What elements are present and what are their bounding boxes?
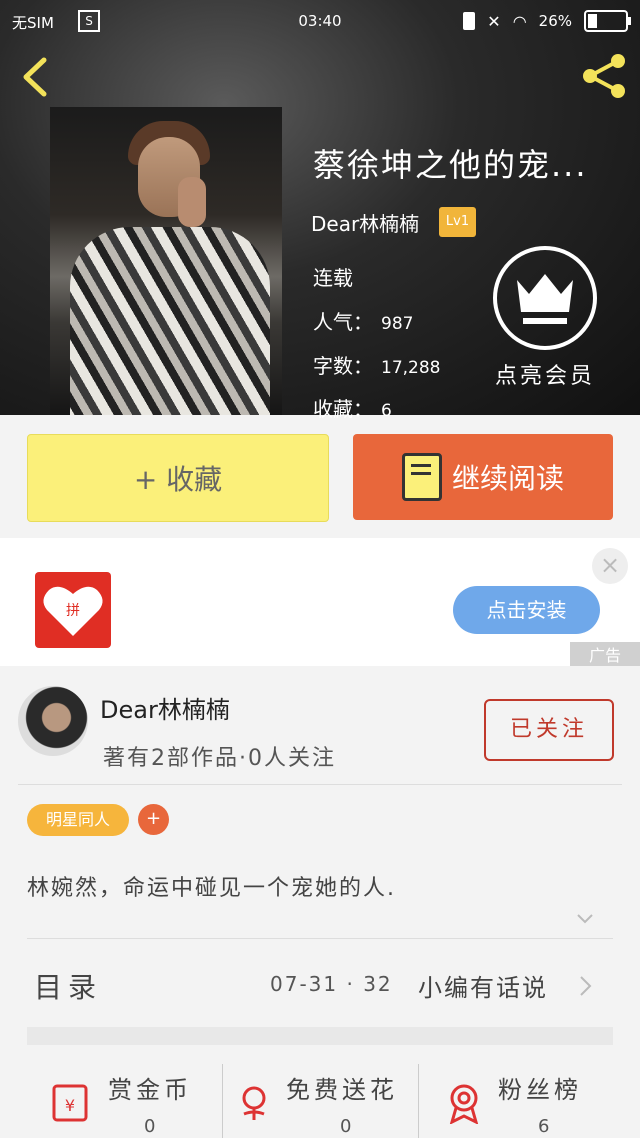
add-favorite-button[interactable]: + 收藏 [27, 434, 329, 522]
divider [27, 938, 613, 939]
ad-logo-text: 拼 [66, 603, 80, 619]
add-tag-button[interactable]: + [138, 804, 169, 835]
category-tag[interactable]: 明星同人 [27, 804, 129, 836]
back-arrow-icon[interactable] [18, 56, 54, 98]
favorites-label: 收藏： [313, 397, 373, 421]
send-flower-button[interactable]: 免费送花 0 [230, 1060, 420, 1138]
author-name[interactable]: Dear林楠楠 [100, 690, 230, 725]
close-ad-button[interactable]: × [592, 548, 628, 584]
level-badge: Lv1 [439, 207, 476, 237]
avatar[interactable] [18, 686, 88, 756]
fan-ranking-button[interactable]: 粉丝榜 6 [436, 1060, 626, 1138]
divider [222, 1064, 223, 1138]
vip-label[interactable]: 点亮会员 [495, 358, 595, 390]
word-count-label: 字数： [313, 354, 373, 378]
word-count-stat: 字数： 17,288 [313, 350, 440, 379]
reward-coins-label: 赏金币 [108, 1076, 192, 1104]
popularity-stat: 人气： 987 [313, 306, 413, 335]
popularity-value: 987 [381, 314, 414, 334]
book-title: 蔡徐坤之他的宠... [313, 146, 588, 184]
svg-text:¥: ¥ [65, 1096, 75, 1115]
continue-reading-button[interactable]: 继续阅读 [353, 434, 613, 520]
divider [18, 784, 622, 785]
ad-label: 广告 [570, 642, 640, 666]
continue-reading-label: 继续阅读 [451, 462, 564, 495]
book-author[interactable]: Dear林楠楠 [311, 208, 419, 237]
battery-icon [584, 10, 631, 32]
editor-note-link[interactable]: 小编有话说 [418, 968, 548, 1003]
follow-button[interactable]: 已关注 [484, 699, 614, 761]
send-flower-label: 免费送花 [286, 1076, 398, 1104]
ad-app-logo[interactable]: 拼 [35, 572, 111, 648]
send-flower-count: 0 [340, 1116, 352, 1137]
pinduoduo-icon: 拼 [43, 586, 103, 636]
status-bar: 无SIM S 03:40 ✕ ◠ 26% [0, 0, 640, 42]
toc-label[interactable]: 目录 [34, 966, 102, 1006]
charging-icon [463, 12, 476, 30]
serial-status: 连载 [313, 266, 353, 290]
toc-update-info: 07-31 · 32 [270, 972, 393, 996]
book-description: 林婉然，命运中碰见一个宠她的人. [27, 876, 396, 901]
book-icon [401, 453, 442, 501]
favorites-stat: 收藏： 6 [313, 393, 392, 422]
chevron-right-icon[interactable] [576, 974, 594, 998]
red-envelope-icon: ¥ [52, 1084, 88, 1122]
reward-coins-button[interactable]: ¥ 赏金币 0 [40, 1060, 230, 1138]
chevron-down-icon[interactable] [576, 910, 594, 928]
crown-icon [517, 274, 573, 324]
vip-button[interactable] [493, 246, 597, 350]
status-icons: ✕ ◠ 26% [463, 10, 631, 32]
reward-coins-count: 0 [144, 1116, 156, 1137]
share-icon[interactable] [580, 52, 628, 100]
fan-ranking-label: 粉丝榜 [498, 1076, 582, 1104]
medal-icon [449, 1084, 479, 1124]
flower-icon [242, 1086, 266, 1120]
fan-ranking-count: 6 [538, 1116, 550, 1137]
author-summary: 著有2部作品·0人关注 [103, 746, 336, 771]
section-separator [27, 1027, 613, 1045]
popularity-label: 人气： [313, 310, 373, 334]
book-cover[interactable] [50, 107, 282, 415]
divider [418, 1064, 419, 1138]
wifi-icon: ◠ [512, 11, 527, 31]
mute-icon: ✕ [487, 11, 501, 31]
battery-percent: 26% [538, 12, 572, 30]
favorites-value: 6 [381, 401, 392, 421]
word-count-value: 17,288 [381, 358, 441, 378]
install-button[interactable]: 点击安装 [453, 586, 600, 634]
